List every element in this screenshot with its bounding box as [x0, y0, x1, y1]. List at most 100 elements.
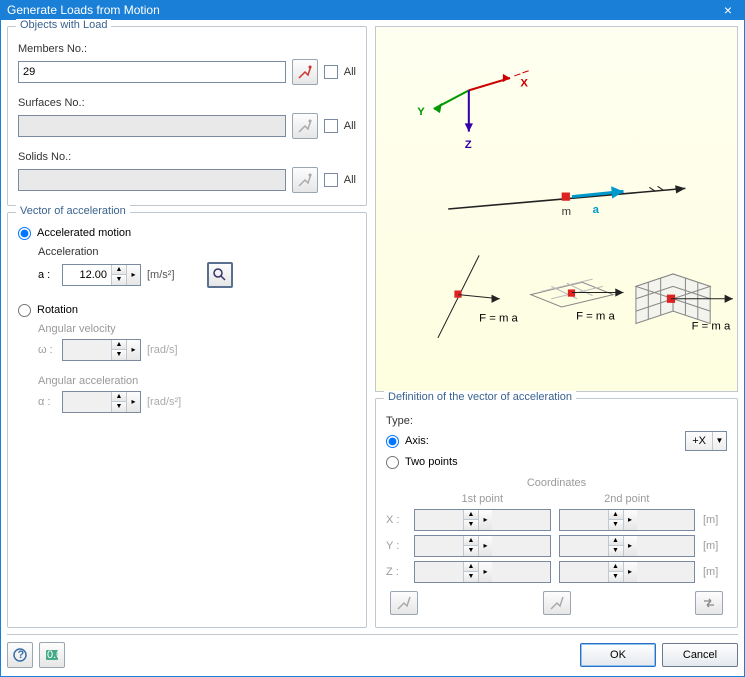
svg-text:F = m a: F = m a	[576, 310, 615, 322]
acceleration-label: Acceleration	[38, 246, 356, 258]
coord-y1-spinner: ▲▼▸	[414, 535, 551, 557]
acceleration-input[interactable]	[63, 265, 111, 285]
dialog-content: Objects with Load Members No.: All Surfa…	[1, 20, 744, 634]
chevron-down-icon: ▼	[712, 432, 726, 450]
spin-pick-icon: ▸	[126, 340, 140, 360]
coord-x-label: X :	[386, 514, 406, 526]
ok-button[interactable]: OK	[580, 643, 656, 667]
surfaces-all-label: All	[344, 120, 356, 132]
pick-surfaces-button[interactable]	[292, 113, 318, 139]
axis-dropdown[interactable]: +X ▼	[685, 431, 727, 451]
solids-input[interactable]	[18, 169, 286, 191]
coord-z2-input	[560, 562, 608, 582]
radio-two-points-input[interactable]	[386, 456, 399, 469]
members-all-checkbox[interactable]	[324, 65, 338, 79]
picker-icon	[396, 595, 412, 611]
pick-point2-button[interactable]	[543, 591, 571, 615]
omega-prefix: ω :	[38, 344, 56, 356]
units-button[interactable]: 0.00	[39, 642, 65, 668]
coord-x2-input	[560, 510, 608, 530]
radio-axis-label: Axis:	[405, 435, 429, 447]
solids-all-label: All	[344, 174, 356, 186]
group-vector: Vector of acceleration Accelerated motio…	[7, 212, 367, 628]
coord-y-unit: [m]	[703, 540, 727, 552]
spin-up-icon[interactable]: ▲	[112, 265, 126, 275]
swap-points-button[interactable]	[695, 591, 723, 615]
preview-panel: X Y Z m	[375, 26, 738, 392]
coord-y1-input	[415, 536, 463, 556]
swap-icon	[701, 595, 717, 611]
group-vector-title: Vector of acceleration	[16, 205, 130, 217]
coord-z-label: Z :	[386, 566, 406, 578]
angular-velocity-label: Angular velocity	[38, 323, 356, 335]
spin-down-icon: ▼	[112, 402, 126, 412]
svg-text:X: X	[520, 77, 528, 89]
first-point-header: 1st point	[414, 493, 551, 505]
members-label: Members No.:	[18, 43, 356, 55]
angular-velocity-spinner: ▲▼ ▸	[62, 339, 141, 361]
radio-accel-motion-label: Accelerated motion	[37, 227, 131, 239]
svg-text:0.00: 0.00	[47, 649, 60, 661]
radio-axis[interactable]: Axis:	[386, 435, 429, 448]
pick-members-button[interactable]	[292, 59, 318, 85]
picker-icon	[549, 595, 565, 611]
spin-pick-icon[interactable]: ▸	[126, 265, 140, 285]
axis-value: +X	[686, 435, 712, 447]
right-column: X Y Z m	[375, 26, 738, 628]
group-definition-title: Definition of the vector of acceleration	[384, 391, 576, 403]
angular-accel-label: Angular acceleration	[38, 375, 356, 387]
coord-z1-spinner: ▲▼▸	[414, 561, 551, 583]
magnifier-icon	[212, 267, 228, 283]
close-icon[interactable]: ×	[718, 2, 738, 18]
coord-x1-input	[415, 510, 463, 530]
surfaces-label: Surfaces No.:	[18, 97, 356, 109]
solids-all-checkbox[interactable]	[324, 173, 338, 187]
coord-x2-spinner: ▲▼▸	[559, 509, 696, 531]
svg-text:a: a	[593, 204, 600, 216]
titlebar: Generate Loads from Motion ×	[1, 1, 744, 20]
picker-icon	[297, 172, 313, 188]
coordinates-grid: 1st point 2nd point X : ▲▼▸ ▲▼▸ [m] Y : …	[386, 493, 727, 583]
radio-rotation-label: Rotation	[37, 304, 78, 316]
solids-label: Solids No.:	[18, 151, 356, 163]
coord-y2-spinner: ▲▼▸	[559, 535, 696, 557]
radio-accel-motion-input[interactable]	[18, 227, 31, 240]
members-all-label: All	[344, 66, 356, 78]
members-input[interactable]	[18, 61, 286, 83]
svg-text:Z: Z	[465, 139, 472, 151]
coord-y-label: Y :	[386, 540, 406, 552]
svg-text:Y: Y	[417, 106, 425, 118]
a-prefix: a :	[38, 269, 56, 281]
group-objects: Objects with Load Members No.: All Surfa…	[7, 26, 367, 206]
coord-z2-spinner: ▲▼▸	[559, 561, 696, 583]
dialog-window: Generate Loads from Motion × Objects wit…	[0, 0, 745, 677]
radio-rotation[interactable]: Rotation	[18, 304, 356, 317]
angular-velocity-unit: [rad/s]	[147, 344, 178, 356]
spin-down-icon: ▼	[112, 350, 126, 360]
radio-accel-motion[interactable]: Accelerated motion	[18, 227, 356, 240]
svg-text:m: m	[562, 206, 571, 218]
coord-x1-spinner: ▲▼▸	[414, 509, 551, 531]
pick-point1-button[interactable]	[390, 591, 418, 615]
radio-two-points-label: Two points	[405, 456, 458, 468]
type-label: Type:	[386, 415, 727, 427]
cancel-button[interactable]: Cancel	[662, 643, 738, 667]
acceleration-library-button[interactable]	[207, 262, 233, 288]
radio-axis-input[interactable]	[386, 435, 399, 448]
radio-rotation-input[interactable]	[18, 304, 31, 317]
surfaces-input[interactable]	[18, 115, 286, 137]
preview-illustration: X Y Z m	[376, 27, 737, 391]
surfaces-all-checkbox[interactable]	[324, 119, 338, 133]
svg-text:F = m a: F = m a	[692, 320, 731, 332]
radio-two-points[interactable]: Two points	[386, 456, 727, 469]
help-button[interactable]: ?	[7, 642, 33, 668]
angular-accel-unit: [rad/s²]	[147, 396, 181, 408]
spin-up-icon: ▲	[112, 392, 126, 402]
svg-text:?: ?	[18, 649, 25, 661]
acceleration-spinner[interactable]: ▲▼ ▸	[62, 264, 141, 286]
group-objects-title: Objects with Load	[16, 19, 111, 31]
alpha-prefix: α :	[38, 396, 56, 408]
pick-solids-button[interactable]	[292, 167, 318, 193]
group-definition: Definition of the vector of acceleration…	[375, 398, 738, 628]
spin-down-icon[interactable]: ▼	[112, 275, 126, 285]
